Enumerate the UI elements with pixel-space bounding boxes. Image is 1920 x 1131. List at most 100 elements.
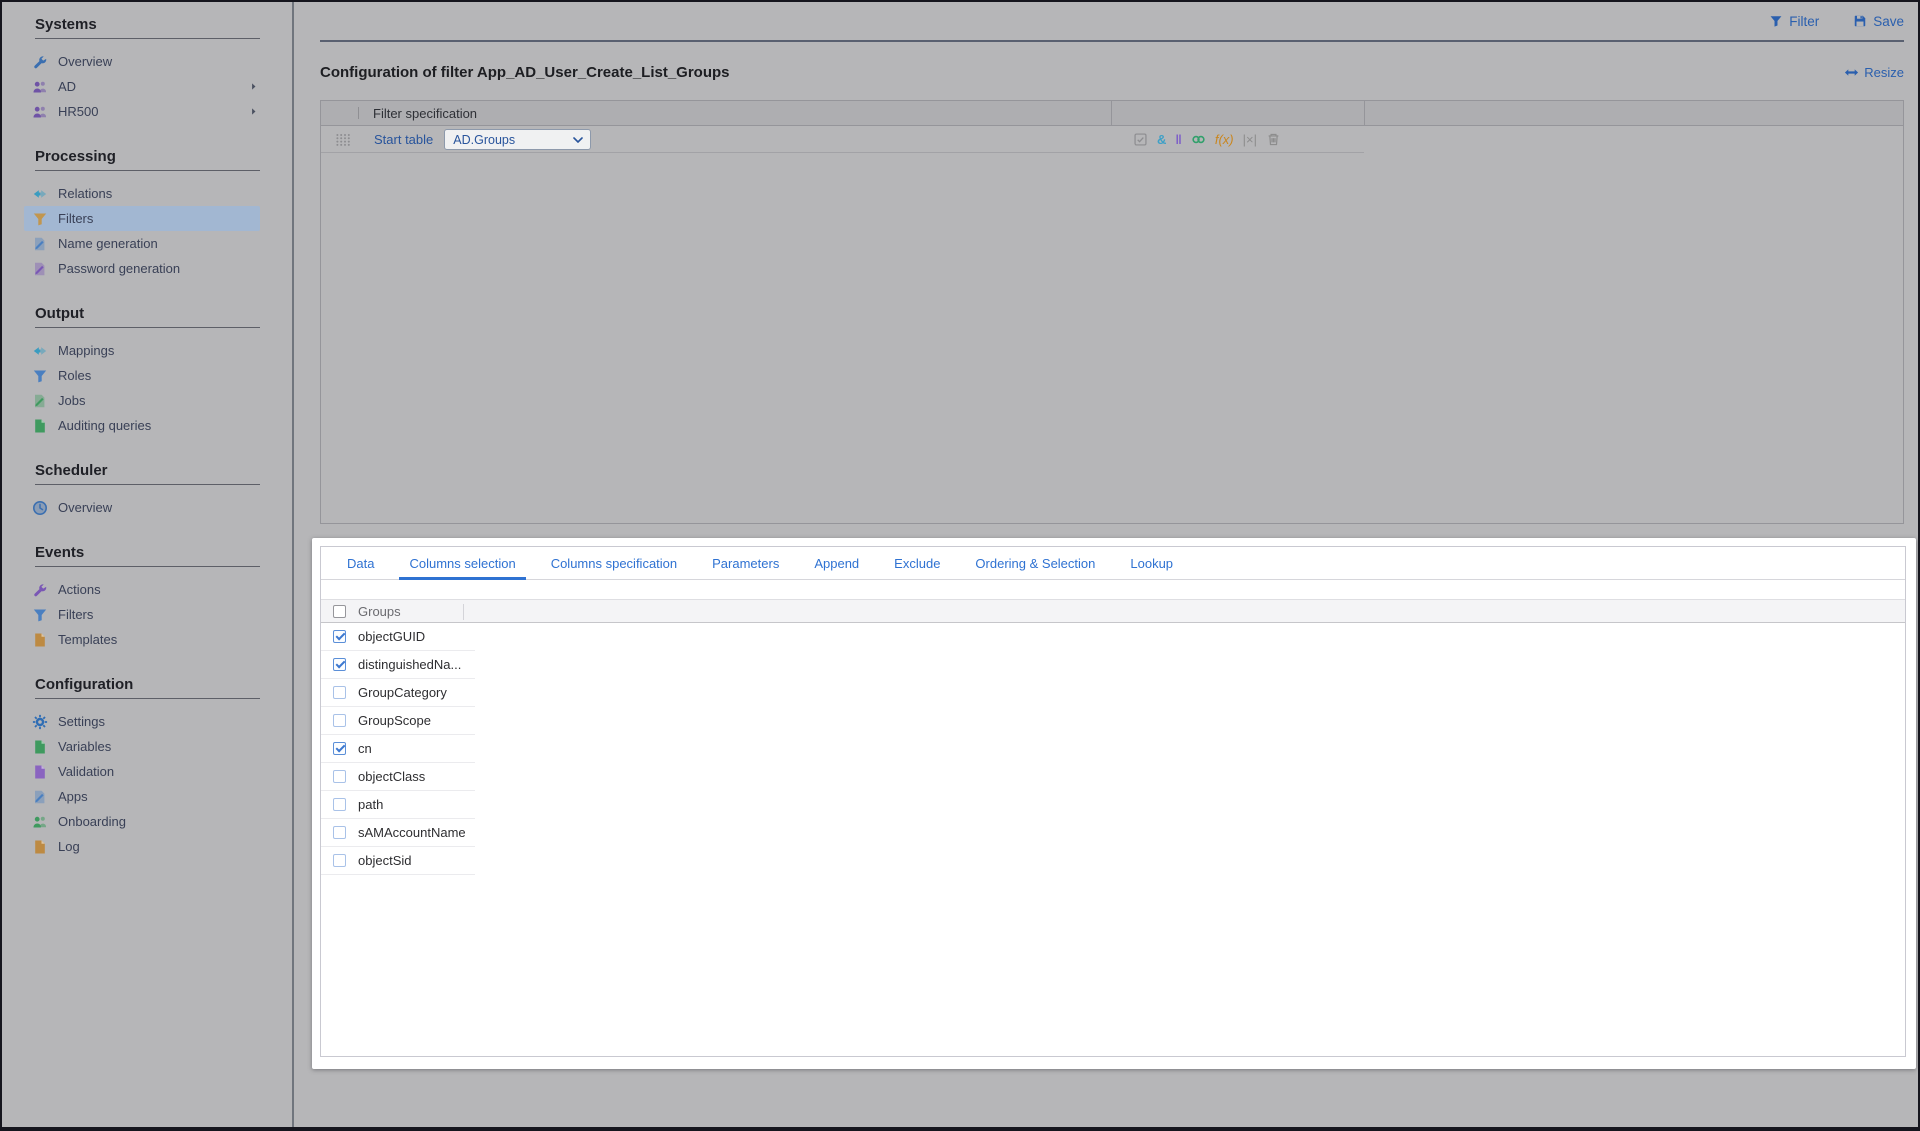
parallel-operator-icon[interactable]: ‖ [1175, 133, 1181, 146]
sidebar-item-name-generation[interactable]: Name generation [24, 231, 260, 256]
sidebar-item-relations[interactable]: Relations [24, 181, 260, 206]
sidebar-item-label: Relations [58, 186, 113, 201]
sidebar-item-validation[interactable]: Validation [24, 759, 260, 784]
sidebar-item-label: Roles [58, 368, 92, 383]
checkbox-validate-icon[interactable] [1133, 132, 1148, 147]
column-label: GroupCategory [358, 685, 447, 700]
doc-pencil-icon [32, 261, 48, 277]
sidebar-item-variables[interactable]: Variables [24, 734, 260, 759]
sidebar-item-label: Onboarding [58, 814, 126, 829]
column-row-objectguid[interactable]: objectGUID [321, 623, 475, 651]
column-row-cn[interactable]: cn [321, 735, 475, 763]
link-icon[interactable] [1191, 132, 1206, 147]
column-row-groupscope[interactable]: GroupScope [321, 707, 475, 735]
sidebar-item-label: AD [58, 79, 77, 94]
sidebar-item-overview[interactable]: Overview [24, 49, 260, 74]
select-all-checkbox[interactable] [333, 604, 346, 618]
tab-columns-specification[interactable]: Columns specification [541, 549, 687, 579]
column-row-samaccountname[interactable]: sAMAccountName [321, 819, 475, 847]
sidebar-item-auditing-queries[interactable]: Auditing queries [24, 413, 260, 438]
tab-parameters[interactable]: Parameters [702, 549, 789, 579]
sidebar-item-label: Auditing queries [58, 418, 152, 433]
save-button[interactable]: Save [1853, 14, 1904, 29]
sidebar-section-scheduler: Scheduler Overview [2, 462, 292, 520]
sidebar-item-label: HR500 [58, 104, 99, 119]
resize-arrows-icon [1844, 65, 1859, 80]
section-divider [35, 566, 260, 567]
relation-arrows-icon [32, 186, 48, 202]
doc-icon [32, 839, 48, 855]
column-checkbox[interactable] [333, 742, 346, 755]
sidebar-item-log[interactable]: Log [24, 834, 260, 859]
columns-table-header: Groups [321, 599, 1905, 623]
columns-table-title: Groups [358, 603, 401, 619]
sidebar-section-events: Events Actions Filters Templates [2, 544, 292, 652]
sidebar-item-settings[interactable]: Settings [24, 709, 260, 734]
tab-exclude[interactable]: Exclude [884, 549, 950, 579]
column-checkbox[interactable] [333, 658, 346, 671]
column-checkbox[interactable] [333, 686, 346, 699]
wrench-icon [32, 54, 48, 70]
sidebar-section-configuration: Configuration Settings Variables Validation… [2, 676, 292, 859]
sidebar-item-jobs[interactable]: Jobs [24, 388, 260, 413]
sidebar-item-overview[interactable]: Overview [24, 495, 260, 520]
column-label: objectGUID [358, 629, 426, 644]
doc-icon [32, 632, 48, 648]
sidebar-item-label: Apps [58, 789, 88, 804]
column-checkbox[interactable] [333, 770, 346, 783]
filter-grid-header-cell [1111, 101, 1364, 125]
sidebar-item-hr500[interactable]: HR500 [24, 99, 260, 124]
sidebar-item-label: Mappings [58, 343, 115, 358]
sidebar-item-mappings[interactable]: Mappings [24, 338, 260, 363]
section-title: Systems [35, 16, 97, 33]
filter-specification-grid: Filter specification Start table AD.Grou… [320, 100, 1904, 524]
resize-button-label: Resize [1864, 65, 1904, 80]
title-row: Configuration of filter App_AD_User_Crea… [320, 64, 1904, 81]
column-row-objectsid[interactable]: objectSid [321, 847, 475, 875]
clear-value-icon[interactable]: |×| [1243, 133, 1257, 146]
resize-button[interactable]: Resize [1844, 65, 1904, 80]
section-title: Scheduler [35, 462, 108, 479]
tab-columns-selection[interactable]: Columns selection [399, 549, 526, 580]
sidebar-item-label: Filters [58, 607, 94, 622]
and-operator-icon[interactable]: & [1157, 133, 1166, 146]
funnel-icon [32, 607, 48, 623]
column-checkbox[interactable] [333, 854, 346, 867]
column-checkbox[interactable] [333, 630, 346, 643]
doc-icon [32, 418, 48, 434]
column-row-groupcategory[interactable]: GroupCategory [321, 679, 475, 707]
users-icon [32, 104, 48, 120]
sidebar-item-onboarding[interactable]: Onboarding [24, 809, 260, 834]
sidebar-item-templates[interactable]: Templates [24, 627, 260, 652]
section-divider [35, 38, 260, 39]
tab-bar: Data Columns selection Columns specificati… [321, 547, 1905, 580]
filter-button[interactable]: Filter [1769, 14, 1819, 29]
sidebar-item-roles[interactable]: Roles [24, 363, 260, 388]
sidebar-item-actions[interactable]: Actions [24, 577, 260, 602]
sidebar-item-apps[interactable]: Apps [24, 784, 260, 809]
start-table-select[interactable]: AD.Groups [444, 129, 592, 150]
trash-icon[interactable] [1266, 132, 1281, 147]
column-row-objectclass[interactable]: objectClass [321, 763, 475, 791]
column-checkbox[interactable] [333, 714, 346, 727]
function-icon[interactable]: f(x) [1215, 133, 1234, 146]
sidebar-item-ad[interactable]: AD [24, 74, 260, 99]
section-divider [35, 170, 260, 171]
tab-ordering-selection[interactable]: Ordering & Selection [965, 549, 1105, 579]
tab-data[interactable]: Data [337, 549, 384, 579]
column-checkbox[interactable] [333, 826, 346, 839]
sidebar-item-filters[interactable]: Filters [24, 206, 260, 231]
column-row-path[interactable]: path [321, 791, 475, 819]
section-divider [35, 698, 260, 699]
column-label: cn [358, 741, 372, 756]
relation-arrows-icon [32, 343, 48, 359]
sidebar-item-filters[interactable]: Filters [24, 602, 260, 627]
tab-append[interactable]: Append [804, 549, 869, 579]
column-row-distinguishedna[interactable]: distinguishedNa... [321, 651, 475, 679]
doc-icon [32, 764, 48, 780]
drag-handle-icon[interactable] [335, 133, 351, 147]
column-checkbox[interactable] [333, 798, 346, 811]
clock-icon [32, 500, 48, 516]
tab-lookup[interactable]: Lookup [1120, 549, 1183, 579]
sidebar-item-password-generation[interactable]: Password generation [24, 256, 260, 281]
